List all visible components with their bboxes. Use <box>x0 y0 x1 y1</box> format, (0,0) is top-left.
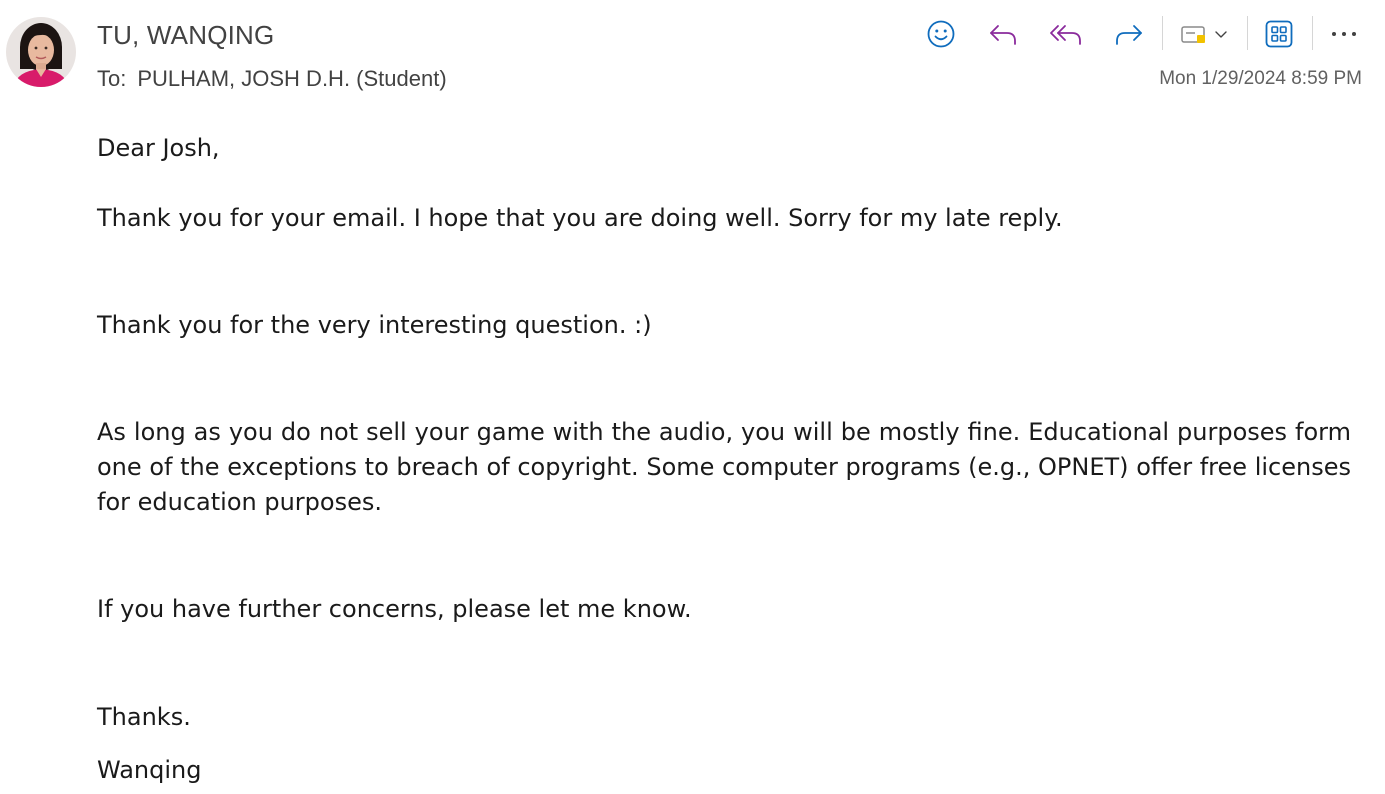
more-options-button[interactable] <box>1325 14 1363 54</box>
chevron-down-icon <box>1215 31 1227 38</box>
react-button[interactable] <box>922 14 960 54</box>
message-paragraph: Thank you for your email. I hope that yo… <box>97 204 1063 232</box>
reply-all-icon <box>1050 25 1081 45</box>
message-signature: Wanqing <box>97 756 202 784</box>
recipient-line: To: PULHAM, JOSH D.H. (Student) <box>97 66 447 92</box>
forward-icon <box>1116 25 1142 45</box>
toolbar-divider <box>1162 16 1163 50</box>
apps-icon <box>1265 20 1293 48</box>
sensitivity-label-icon <box>1181 26 1205 43</box>
sender-name[interactable]: TU, WANQING <box>97 20 274 51</box>
reply-icon <box>990 25 1016 45</box>
message-paragraph: As long as you do not sell your game wit… <box>97 418 1351 516</box>
avatar-photo <box>6 17 76 87</box>
to-label: To: <box>97 66 127 91</box>
toolbar-divider <box>1247 16 1248 50</box>
reply-button[interactable] <box>984 14 1022 54</box>
message-paragraph: Thank you for the very interesting quest… <box>97 311 652 339</box>
message-timestamp: Mon 1/29/2024 8:59 PM <box>1159 68 1362 89</box>
emoji-react-icon <box>927 20 955 48</box>
sensitivity-label-button[interactable] <box>1172 14 1236 54</box>
forward-button[interactable] <box>1110 14 1148 54</box>
recipient-name[interactable]: PULHAM, JOSH D.H. (Student) <box>137 66 446 91</box>
message-paragraph: If you have further concerns, please let… <box>97 595 692 623</box>
apps-button[interactable] <box>1260 14 1298 54</box>
message-greeting: Dear Josh, <box>97 134 220 162</box>
message-signoff: Thanks. <box>97 703 191 731</box>
more-options-icon <box>1332 32 1356 36</box>
reply-all-button[interactable] <box>1047 14 1085 54</box>
sender-avatar[interactable] <box>6 17 76 87</box>
message-action-toolbar <box>920 14 1370 54</box>
toolbar-divider <box>1312 16 1313 50</box>
